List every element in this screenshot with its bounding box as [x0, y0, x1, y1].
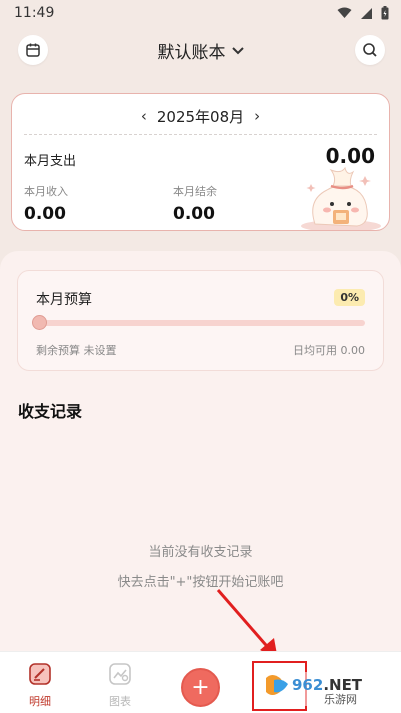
records-title: 收支记录	[18, 402, 83, 421]
income-value: 0.00	[24, 204, 66, 224]
nav-chart-label: 图表	[109, 695, 131, 708]
search-button[interactable]	[355, 35, 385, 65]
budget-daily-available: 日均可用 0.00	[293, 344, 365, 357]
svg-text:962.NET: 962.NET	[292, 676, 363, 694]
ledger-title: 默认账本	[157, 43, 226, 63]
budget-progress-knob-icon	[32, 315, 47, 330]
expense-label: 本月支出	[24, 154, 77, 169]
plus-icon: +	[191, 674, 210, 700]
wifi-icon	[337, 7, 352, 18]
budget-card[interactable]: 本月预算 0% 剩余预算 未设置 日均可用 0.00	[17, 270, 384, 371]
nav-detail-label: 明细	[29, 695, 51, 708]
battery-icon	[381, 6, 389, 20]
budget-title: 本月预算	[36, 292, 92, 308]
nav-chart[interactable]: 图表	[95, 662, 145, 709]
month-switcher: ‹ 2025年08月 ›	[12, 104, 389, 128]
search-icon	[363, 43, 377, 57]
detail-icon	[29, 663, 51, 685]
empty-state-message: 当前没有收支记录	[148, 545, 253, 560]
money-bag-mascot-icon	[301, 166, 381, 230]
add-record-button[interactable]: +	[181, 668, 220, 707]
income-label: 本月收入	[24, 185, 68, 198]
next-month-icon[interactable]: ›	[254, 107, 260, 125]
status-time: 11:49	[14, 5, 55, 21]
svg-text:乐游网: 乐游网	[324, 693, 357, 706]
current-month[interactable]: 2025年08月	[157, 106, 244, 127]
chart-icon	[109, 663, 131, 685]
app-header: 默认账本	[0, 32, 401, 68]
nav-detail[interactable]: 明细	[15, 662, 65, 709]
chevron-down-icon	[231, 46, 244, 54]
divider	[24, 134, 377, 135]
site-watermark-logo: 962.NET 乐游网	[262, 672, 392, 706]
budget-remaining: 剩余预算 未设置	[36, 344, 117, 357]
prev-month-icon[interactable]: ‹	[141, 107, 147, 125]
balance-label: 本月结余	[173, 185, 217, 198]
status-bar: 11:49	[0, 0, 401, 26]
ledger-selector[interactable]: 默认账本	[0, 38, 401, 63]
signal-icon	[361, 7, 372, 19]
status-icons	[337, 6, 389, 20]
empty-state-hint: 快去点击"+"按钮开始记账吧	[117, 575, 284, 590]
budget-percent-badge: 0%	[334, 289, 365, 306]
balance-value: 0.00	[173, 204, 215, 224]
budget-progress-bar	[32, 315, 365, 330]
monthly-summary-card: ‹ 2025年08月 › 本月支出 0.00 本月收入 0.00 本月结余 0.…	[11, 93, 390, 231]
